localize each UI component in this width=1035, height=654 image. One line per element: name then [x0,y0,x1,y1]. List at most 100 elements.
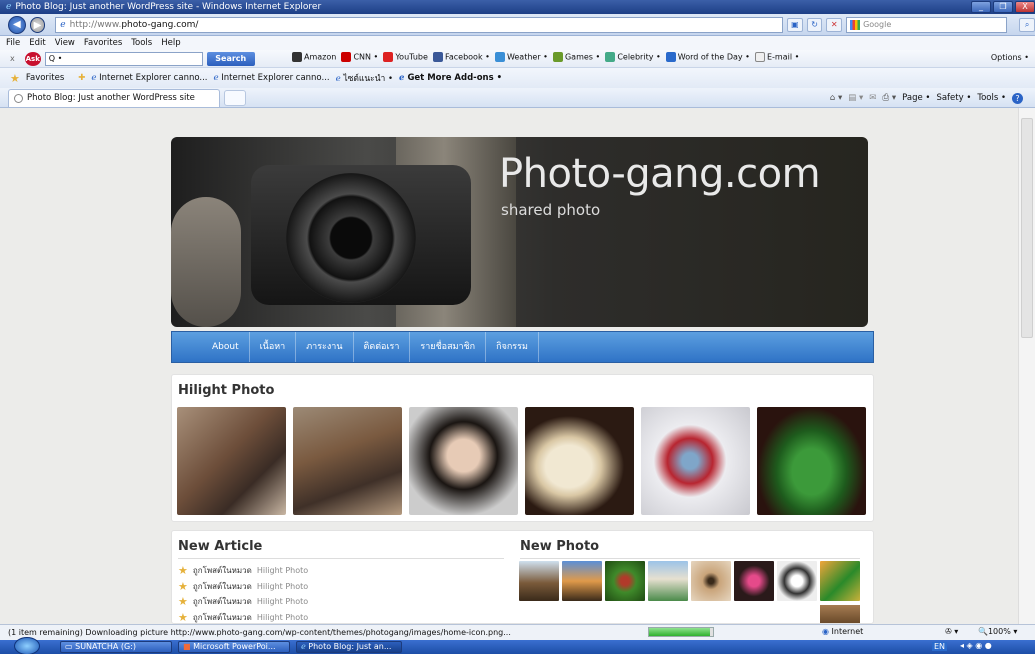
hilight-photo-3[interactable] [409,407,518,515]
vertical-scrollbar[interactable] [1018,108,1035,624]
options-button[interactable]: Options • [991,53,1029,62]
link-youtube[interactable]: YouTube [395,53,428,62]
start-button[interactable] [14,637,40,654]
article-category[interactable]: Hilight Photo [257,566,308,575]
link-games[interactable]: Games • [565,53,600,62]
email-icon [754,52,765,62]
menu-tools[interactable]: Tools [131,38,152,48]
window-controls: _ ❐ X [971,0,1035,14]
article-category[interactable]: Hilight Photo [257,613,308,622]
favorites-button[interactable]: Favorites [26,73,64,83]
cnn-icon [341,52,352,62]
add-favorite-icon[interactable]: ✚ [78,73,85,83]
zoom-control[interactable]: 🔍100% ▾ [978,627,1017,636]
nav-contact[interactable]: ติดต่อเรา [354,332,411,362]
hilight-photo-title: Hilight Photo [178,383,275,398]
toolbar-close-icon[interactable]: x [10,54,15,63]
ask-search-input[interactable]: Q • [44,51,203,66]
article-category[interactable]: Hilight Photo [257,582,308,591]
link-word-of-day[interactable]: Word of the Day • [678,53,750,62]
page-menu[interactable]: Page • [902,93,930,103]
help-icon[interactable]: ? [1012,92,1023,104]
refresh-icon[interactable]: ↻ [806,17,823,32]
nav-tasks[interactable]: ภาระงาน [296,332,354,362]
protected-mode-icon[interactable]: ✇ ▾ [945,627,958,636]
ask-search-button[interactable]: Search [206,51,255,66]
nav-members[interactable]: รายชื่อสมาชิก [410,332,487,362]
menu-edit[interactable]: Edit [29,38,45,48]
photo-thumb-6[interactable] [734,561,774,601]
security-zone[interactable]: ◉ Internet [822,627,863,636]
photo-thumb-2[interactable] [562,561,602,601]
taskbar-item-explorer[interactable]: ▭ SUNATCHA (G:) [60,641,172,653]
menu-help[interactable]: Help [161,38,180,48]
close-button[interactable]: X [1015,1,1035,13]
fav-link-3[interactable]: ℯ ไซต์แนะนำ • [336,71,393,85]
list-item[interactable]: ★ ถูกโพสต์ในหมวด Hilight Photo [178,579,508,595]
scrollbar-thumb[interactable] [1021,118,1033,338]
article-text: ถูกโพสต์ในหมวด [192,612,252,622]
photo-thumb-1[interactable] [519,561,559,601]
banner-hand-image [171,197,241,327]
hilight-photo-4[interactable] [525,407,634,515]
print-icon[interactable]: ⎙ ▾ [882,93,896,103]
search-field[interactable]: Google [846,16,1008,33]
new-photo-title: New Photo [520,539,600,554]
home-icon[interactable]: ⌂ ▾ [830,93,842,103]
link-weather[interactable]: Weather • [507,53,548,62]
site-header-banner: Photo-gang.com shared photo [171,137,868,327]
new-tab-button[interactable] [224,89,246,106]
link-celebrity[interactable]: Celebrity • [617,53,660,62]
taskbar-item-ie[interactable]: ℯ Photo Blog: Just an... [296,641,402,653]
list-item[interactable]: ★ ถูกโพสต์ในหมวด Hilight Photo [178,563,508,579]
photo-thumb-4[interactable] [648,561,688,601]
status-bar: (1 item remaining) Downloading picture h… [0,624,1035,640]
mail-icon[interactable]: ✉ [869,93,876,103]
site-title[interactable]: Photo-gang.com [499,151,821,197]
url-field[interactable]: ℯ http://www. photo-gang.com/ [55,16,784,33]
hilight-photo-2[interactable] [293,407,402,515]
link-email[interactable]: E-mail • [767,53,799,62]
compatibility-icon[interactable]: ▣ [787,17,803,32]
safety-menu[interactable]: Safety • [936,93,971,103]
list-item[interactable]: ★ ถูกโพสต์ในหมวด Hilight Photo [178,594,508,610]
fav-link-1[interactable]: ℯ Internet Explorer canno... [91,73,207,83]
photo-thumb-7[interactable] [777,561,817,601]
weather-icon [494,52,505,62]
search-icon[interactable]: ⌕ [1019,17,1035,32]
nav-about[interactable]: About [202,332,250,362]
fav-link-2[interactable]: ℯ Internet Explorer canno... [214,73,330,83]
photo-thumb-9[interactable] [820,605,860,623]
nav-content[interactable]: เนื้อหา [250,332,297,362]
maximize-button[interactable]: ❐ [993,1,1013,13]
photo-thumb-5[interactable] [691,561,731,601]
hilight-photo-5[interactable] [641,407,750,515]
tab-photo-blog[interactable]: Photo Blog: Just another WordPress site [8,88,220,107]
language-indicator[interactable]: EN [932,642,948,651]
hilight-photo-6[interactable] [757,407,866,515]
menu-favorites[interactable]: Favorites [84,38,122,48]
globe-icon: ◉ [822,627,829,636]
word-of-day-icon [665,52,676,62]
link-cnn[interactable]: CNN • [353,53,378,62]
fav-link-4[interactable]: ℯ Get More Add-ons • [399,73,502,83]
taskbar-item-powerpoint[interactable]: ■ Microsoft PowerPoi... [178,641,290,653]
menu-file[interactable]: File [6,38,20,48]
article-category[interactable]: Hilight Photo [257,597,308,606]
link-amazon[interactable]: Amazon [304,53,336,62]
minimize-button[interactable]: _ [971,1,991,13]
photo-thumb-8[interactable] [820,561,860,601]
hilight-photo-1[interactable] [177,407,286,515]
tools-menu[interactable]: Tools • [977,93,1006,103]
list-item[interactable]: ★ ถูกโพสต์ในหมวด Hilight Photo [178,610,508,626]
back-button[interactable]: ◀ [8,15,26,34]
forward-button[interactable]: ▶ [29,16,46,33]
ask-toolbar: x Ask Q • Search Amazon CNN • YouTube Fa… [0,50,1035,68]
stop-icon[interactable]: ✕ [826,17,843,32]
feeds-icon[interactable]: ▤ ▾ [848,93,863,103]
nav-activities[interactable]: กิจกรรม [486,332,539,362]
tray-icons[interactable]: ◂ ◈ ◉ ● [960,641,992,650]
photo-thumb-3[interactable] [605,561,645,601]
menu-view[interactable]: View [55,38,75,48]
link-facebook[interactable]: Facebook • [445,53,490,62]
